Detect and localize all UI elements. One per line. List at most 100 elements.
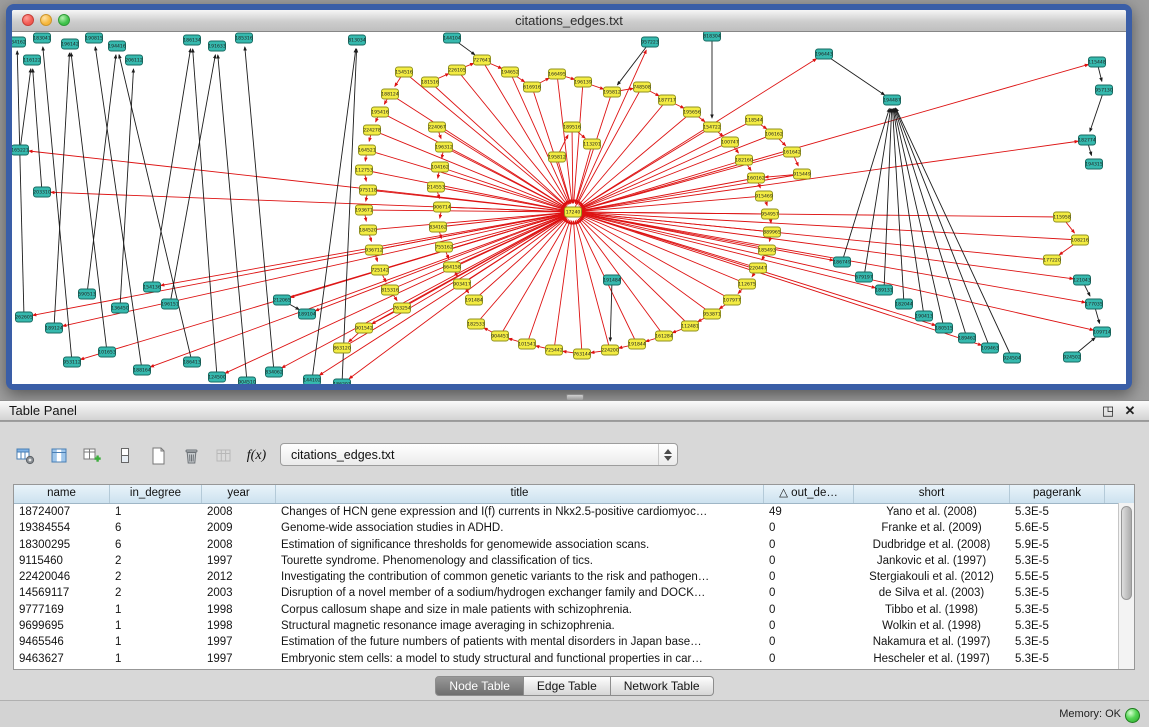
- table-row[interactable]: 977716911998Corpus callosum shape and si…: [14, 602, 1134, 618]
- graph-node[interactable]: 101541: [518, 339, 536, 349]
- graph-node[interactable]: 177220: [1043, 255, 1061, 265]
- graph-node[interactable]: 113201: [583, 139, 601, 149]
- graph-node[interactable]: 191633: [208, 41, 226, 51]
- graph-node[interactable]: 177035: [1085, 299, 1103, 309]
- graph-node[interactable]: 182533: [467, 319, 485, 329]
- graph-node[interactable]: 164521: [358, 145, 376, 155]
- graph-node[interactable]: 954957: [761, 209, 779, 219]
- graph-node[interactable]: 191844: [628, 339, 646, 349]
- new-table-icon[interactable]: [144, 443, 171, 469]
- graph-node[interactable]: 165221: [12, 145, 29, 155]
- graph-node[interactable]: 186749: [833, 257, 851, 267]
- graph-node[interactable]: 224200: [601, 345, 619, 355]
- table-row[interactable]: 946554611997Estimation of the future num…: [14, 634, 1134, 650]
- graph-node[interactable]: 189124: [45, 323, 63, 333]
- graph-node[interactable]: 189131: [875, 285, 893, 295]
- graph-node[interactable]: 181516: [421, 77, 439, 87]
- graph-node[interactable]: 144104: [443, 33, 461, 43]
- graph-node[interactable]: 186201: [333, 379, 351, 384]
- graph-node[interactable]: 101653: [98, 347, 116, 357]
- tab-node-table[interactable]: Node Table: [435, 676, 524, 696]
- graph-node[interactable]: 903417: [453, 279, 471, 289]
- tab-network-table[interactable]: Network Table: [611, 676, 714, 696]
- graph-node[interactable]: 124500: [208, 372, 226, 382]
- network-canvas[interactable]: 1724015451618812419541622427816452111275…: [12, 32, 1126, 384]
- show-columns-icon[interactable]: [45, 443, 72, 469]
- column-header-year[interactable]: year: [202, 485, 276, 503]
- graph-node[interactable]: 185493: [758, 245, 776, 255]
- graph-node[interactable]: 189104: [298, 309, 316, 319]
- table-scrollbar[interactable]: [1118, 503, 1134, 669]
- function-builder-icon[interactable]: f(x): [243, 443, 270, 469]
- graph-node[interactable]: 616916: [523, 82, 541, 92]
- create-column-icon[interactable]: [78, 443, 105, 469]
- graph-node[interactable]: 915469: [755, 191, 773, 201]
- table-row[interactable]: 2242004622012Investigating the contribut…: [14, 569, 1134, 585]
- graph-node[interactable]: 196312: [435, 142, 453, 152]
- graph-node[interactable]: 904451: [491, 331, 509, 341]
- graph-node[interactable]: 206112: [125, 55, 143, 65]
- table-row[interactable]: 969969511998Structural magnetic resonanc…: [14, 618, 1134, 634]
- graph-node[interactable]: 121043: [1073, 275, 1091, 285]
- graph-node[interactable]: 214553: [427, 182, 445, 192]
- graph-node[interactable]: 193671: [355, 205, 373, 215]
- scrollbar-thumb[interactable]: [1121, 506, 1132, 600]
- graph-node[interactable]: 196139: [574, 77, 592, 87]
- graph-node[interactable]: 161284: [655, 331, 673, 341]
- graph-node[interactable]: 190815: [85, 33, 103, 43]
- graph-node[interactable]: 226105: [448, 65, 466, 75]
- graph-node[interactable]: 190413: [915, 311, 933, 321]
- graph-node[interactable]: 727641: [473, 55, 491, 65]
- graph-node[interactable]: 183041: [33, 33, 51, 43]
- graph-node[interactable]: 818304: [703, 32, 721, 41]
- graph-node[interactable]: 144102: [303, 375, 321, 384]
- close-panel-icon[interactable]: ✕: [1121, 402, 1139, 420]
- graph-node[interactable]: 182044: [895, 299, 913, 309]
- graph-node[interactable]: 863120: [333, 343, 351, 353]
- graph-node[interactable]: 182774: [1078, 135, 1096, 145]
- column-header-in_degree[interactable]: in_degree: [110, 485, 202, 503]
- graph-node[interactable]: 953871: [703, 309, 721, 319]
- graph-node[interactable]: 679197: [855, 272, 873, 282]
- graph-node[interactable]: 154516: [395, 67, 413, 77]
- graph-node[interactable]: 889965: [763, 227, 781, 237]
- graph-node[interactable]: 195812: [603, 87, 621, 97]
- graph-node[interactable]: 924504: [1003, 353, 1021, 363]
- graph-node[interactable]: 901542: [355, 323, 373, 333]
- table-options-icon[interactable]: [12, 443, 39, 469]
- graph-node[interactable]: 755162: [435, 242, 453, 252]
- graph-node[interactable]: 182160: [735, 155, 753, 165]
- column-header-pagerank[interactable]: pagerank: [1010, 485, 1105, 503]
- graph-node[interactable]: 815316: [381, 285, 399, 295]
- graph-node[interactable]: 194487: [883, 95, 901, 105]
- zoom-button[interactable]: [58, 14, 70, 26]
- table-row[interactable]: 911546021997Tourette syndrome. Phenomeno…: [14, 553, 1134, 569]
- graph-node[interactable]: 763144: [573, 349, 591, 359]
- column-header-short[interactable]: short: [854, 485, 1010, 503]
- graph-node[interactable]: 180515: [935, 323, 953, 333]
- graph-node[interactable]: 834162: [429, 222, 447, 232]
- graph-node[interactable]: 195812: [548, 152, 566, 162]
- graph-node[interactable]: 196142: [61, 39, 79, 49]
- graph-node[interactable]: 189516: [563, 122, 581, 132]
- graph-node[interactable]: 957223: [641, 37, 659, 47]
- graph-node[interactable]: 748508: [633, 82, 651, 92]
- graph-node[interactable]: 906714: [433, 202, 451, 212]
- graph-node[interactable]: 936712: [365, 245, 383, 255]
- graph-node[interactable]: 212065: [273, 295, 291, 305]
- graph-node[interactable]: 664158: [443, 262, 461, 272]
- graph-node[interactable]: 262605: [15, 312, 33, 322]
- graph-node[interactable]: 106162: [765, 129, 783, 139]
- graph-node[interactable]: 915449: [793, 169, 811, 179]
- graph-node[interactable]: 118544: [745, 115, 763, 125]
- graph-node[interactable]: 590513: [78, 289, 96, 299]
- graph-node[interactable]: 112675: [738, 279, 756, 289]
- graph-node[interactable]: 203310: [33, 187, 51, 197]
- graph-node[interactable]: 107977: [723, 295, 741, 305]
- graph-node[interactable]: 160162: [747, 173, 765, 183]
- graph-node[interactable]: 194416: [108, 41, 126, 51]
- graph-node[interactable]: 136450: [111, 303, 129, 313]
- minimize-button[interactable]: [40, 14, 52, 26]
- table-row[interactable]: 1938455462009Genome-wide association stu…: [14, 520, 1134, 536]
- delete-table-icon[interactable]: [177, 443, 204, 469]
